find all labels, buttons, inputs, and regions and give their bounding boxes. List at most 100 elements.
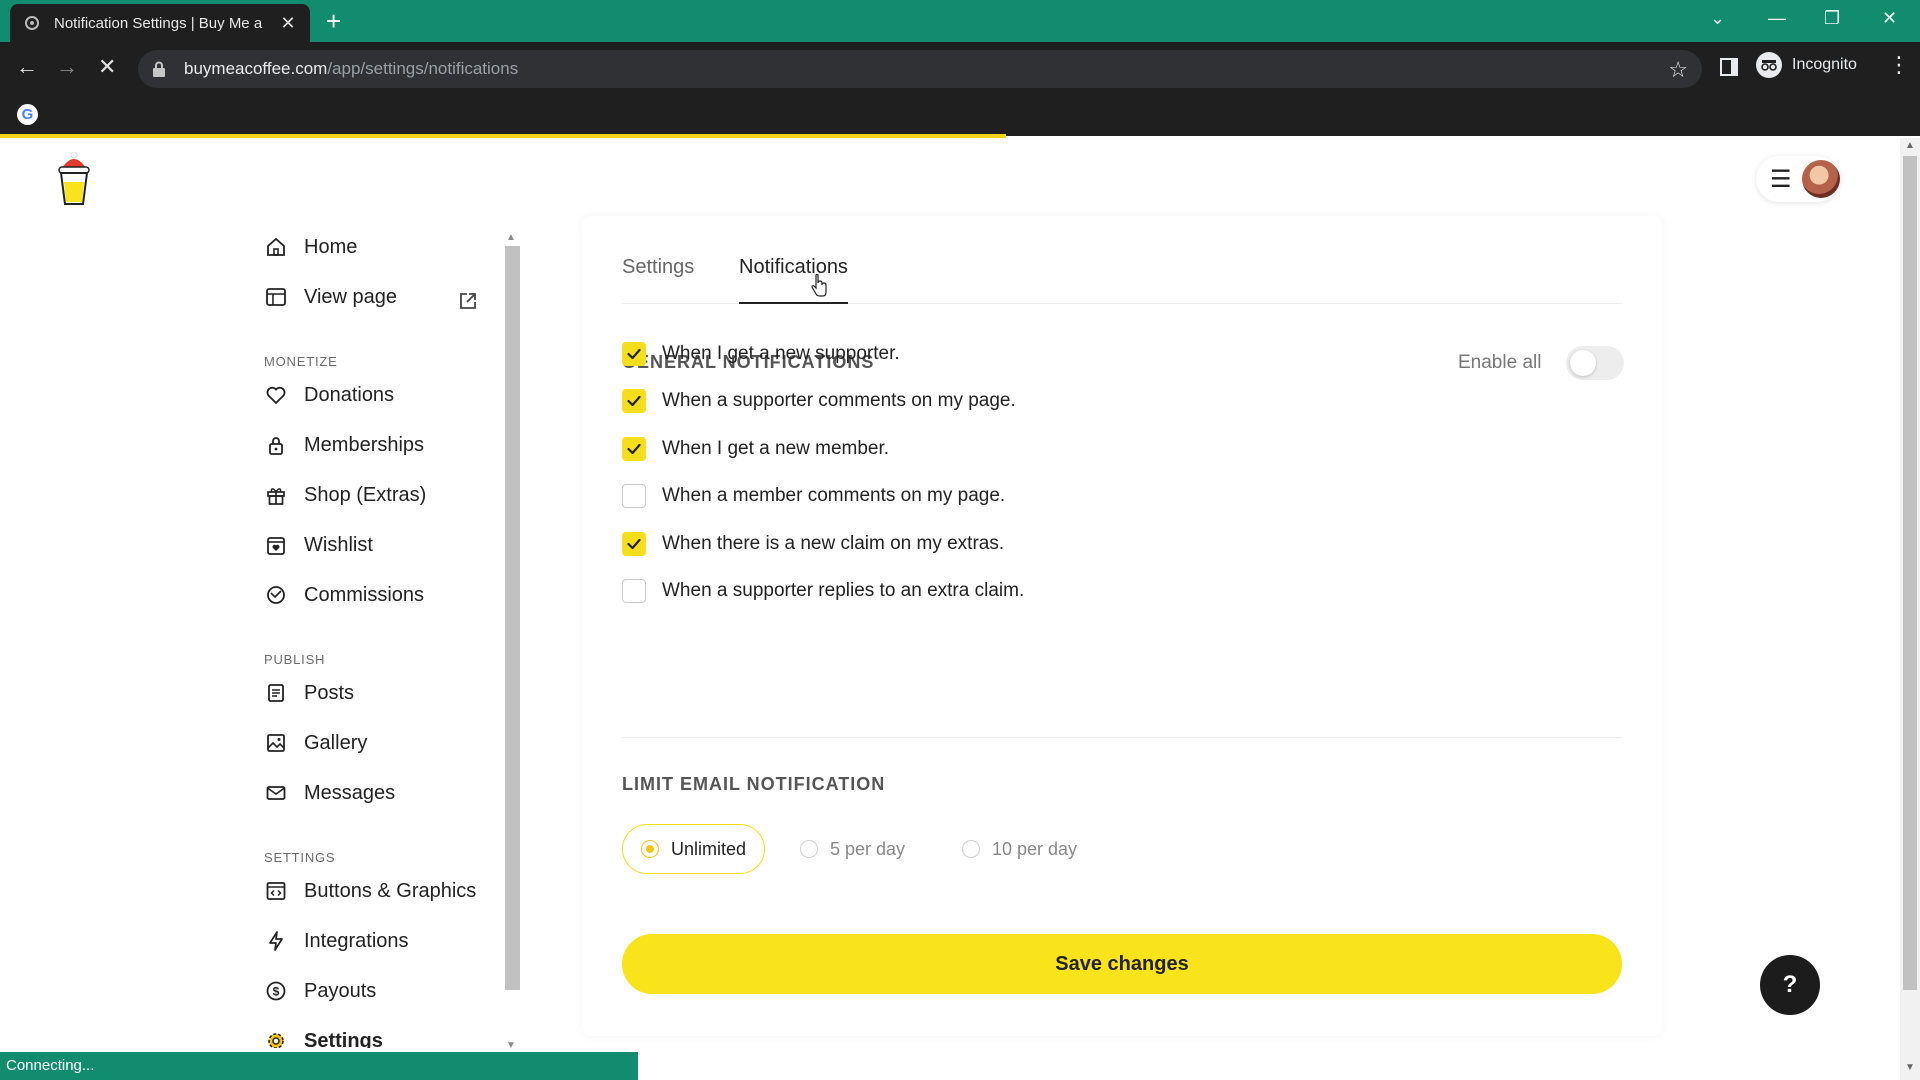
incognito-icon — [1756, 52, 1782, 78]
settings-tabs: Settings Notifications — [622, 256, 1622, 304]
sidebar-item-messages[interactable]: Messages — [264, 778, 395, 808]
sidebar-item-label: Posts — [304, 681, 355, 704]
notification-option-row[interactable]: When a member comments on my page. — [622, 482, 1005, 510]
external-link-icon[interactable] — [458, 291, 478, 311]
restore-icon[interactable]: ❐ — [1824, 8, 1840, 29]
limit-option-5-per-day[interactable]: 5 per day — [782, 824, 923, 874]
browser-status-bar: Connecting... — [0, 1052, 638, 1080]
sidebar-item-label: Settings — [304, 1029, 383, 1049]
save-changes-button[interactable]: Save changes — [622, 934, 1622, 994]
sidebar-item-posts[interactable]: Posts — [264, 678, 354, 708]
browser-tab-active[interactable]: Notification Settings | Buy Me a ✕ — [10, 4, 310, 42]
page-scroll-up-icon[interactable]: ▲ — [1905, 140, 1915, 151]
incognito-indicator[interactable]: Incognito — [1756, 52, 1857, 78]
radio-label: 5 per day — [830, 838, 906, 859]
sidebar-item-shop[interactable]: Shop (Extras) — [264, 480, 426, 510]
handshake-icon — [264, 583, 288, 607]
sidebar-item-gallery[interactable]: Gallery — [264, 728, 367, 758]
checkbox-checked-icon[interactable] — [622, 389, 646, 413]
side-panel-icon[interactable] — [1720, 58, 1738, 76]
sidebar-item-donations[interactable]: Donations — [264, 380, 394, 410]
bookmark-star-icon[interactable]: ☆ — [1668, 57, 1688, 83]
avatar — [1801, 160, 1840, 198]
sidebar-item-settings[interactable]: Settings — [264, 1026, 383, 1048]
help-button[interactable]: ? — [1760, 955, 1820, 1015]
gear-icon — [264, 1029, 288, 1048]
google-icon[interactable]: G — [17, 104, 38, 125]
toggle-knob — [1570, 350, 1596, 376]
sidebar-section-monetize: MONETIZE — [264, 354, 338, 369]
tab-settings[interactable]: Settings — [622, 256, 694, 302]
enable-all-toggle[interactable] — [1566, 346, 1624, 380]
limit-option-10-per-day[interactable]: 10 per day — [944, 824, 1095, 874]
minimize-icon[interactable]: — — [1768, 8, 1786, 29]
sidebar-item-home[interactable]: Home — [264, 232, 357, 262]
sidebar-item-integrations[interactable]: Integrations — [264, 926, 409, 956]
dollar-icon: $ — [264, 979, 288, 1003]
checkbox-checked-icon[interactable] — [622, 342, 646, 366]
notification-option-label: When I get a new member. — [662, 438, 890, 459]
checkbox-checked-icon[interactable] — [622, 437, 646, 461]
scroll-up-arrow-icon[interactable]: ▲ — [506, 232, 516, 243]
browser-tab-strip: Notification Settings | Buy Me a ✕ + ⌄ —… — [0, 0, 1920, 42]
buymeacoffee-logo-icon[interactable] — [56, 152, 92, 206]
notification-option-row[interactable]: When a supporter comments on my page. — [622, 387, 1016, 415]
stop-loading-icon[interactable]: ✕ — [98, 56, 116, 78]
tab-notifications[interactable]: Notifications — [739, 256, 848, 304]
back-icon[interactable]: ← — [16, 56, 38, 78]
sidebar-nav: Home View page MONETIZE Donations Member… — [264, 228, 504, 1048]
notification-option-row[interactable]: When there is a new claim on my extras. — [622, 530, 1004, 558]
page-scrollbar[interactable]: ▲ ▼ — [1900, 138, 1920, 1080]
sidebar-item-label: Integrations — [304, 929, 409, 952]
notification-option-label: When a supporter comments on my page. — [662, 390, 1016, 411]
radio-unselected-icon — [800, 840, 818, 858]
sidebar-item-label: Payouts — [304, 979, 377, 1002]
sidebar-item-payouts[interactable]: $ Payouts — [264, 976, 376, 1006]
notification-option-label: When there is a new claim on my extras. — [662, 533, 1005, 554]
section-divider — [622, 737, 1622, 738]
svg-text:$: $ — [273, 985, 280, 999]
checkbox-unchecked-icon[interactable] — [622, 579, 646, 603]
radio-label: 10 per day — [992, 838, 1078, 859]
sidebar-scroll-thumb[interactable] — [505, 246, 520, 990]
page-scroll-thumb[interactable] — [1903, 156, 1917, 990]
heart-icon — [264, 383, 288, 407]
radio-label: Unlimited — [671, 838, 747, 859]
browser-menu-icon[interactable]: ⋮ — [1888, 54, 1910, 76]
checkbox-checked-icon[interactable] — [622, 532, 646, 556]
address-bar[interactable]: buymeacoffee.com/app/settings/notificati… — [138, 50, 1702, 88]
page-loading-bar — [0, 134, 1006, 138]
image-icon — [264, 731, 288, 755]
layout-icon — [264, 285, 288, 309]
gift-icon — [264, 483, 288, 507]
new-tab-icon[interactable]: + — [326, 8, 341, 34]
notification-option-row[interactable]: When I get a new member. — [622, 435, 889, 463]
close-window-icon[interactable]: ✕ — [1882, 8, 1897, 29]
forward-icon[interactable]: → — [56, 56, 78, 78]
sidebar-item-label: Memberships — [304, 433, 425, 456]
scroll-down-arrow-icon[interactable]: ▼ — [506, 1040, 516, 1051]
sidebar-item-view-page[interactable]: View page — [264, 282, 397, 312]
sidebar-item-buttons-graphics[interactable]: Buttons & Graphics — [264, 876, 476, 906]
browser-toolbar: ← → ✕ buymeacoffee.com/app/settings/noti… — [0, 42, 1920, 94]
limit-option-unlimited[interactable]: Unlimited — [622, 824, 766, 874]
sidebar-scrollbar[interactable]: ▲ ▼ — [502, 232, 520, 1052]
calendar-heart-icon — [264, 533, 288, 557]
tab-search-icon[interactable]: ⌄ — [1710, 8, 1725, 29]
lightning-icon — [264, 929, 288, 953]
sidebar-item-label: Wishlist — [304, 533, 373, 556]
notification-option-row[interactable]: When a supporter replies to an extra cla… — [622, 577, 1024, 605]
radio-selected-icon — [641, 840, 659, 858]
incognito-label: Incognito — [1792, 56, 1857, 73]
sidebar-item-memberships[interactable]: Memberships — [264, 430, 424, 460]
sidebar-item-commissions[interactable]: Commissions — [264, 580, 424, 610]
lock-icon — [264, 433, 288, 457]
account-menu-button[interactable]: ☰ — [1756, 156, 1840, 202]
limit-email-heading: LIMIT EMAIL NOTIFICATION — [622, 774, 886, 794]
code-window-icon — [264, 879, 288, 903]
page-scroll-down-icon[interactable]: ▼ — [1905, 1062, 1915, 1073]
tab-close-icon[interactable]: ✕ — [278, 13, 298, 34]
notification-option-row[interactable]: When I get a new supporter. — [622, 340, 900, 368]
checkbox-unchecked-icon[interactable] — [622, 484, 646, 508]
sidebar-item-wishlist[interactable]: Wishlist — [264, 530, 373, 560]
